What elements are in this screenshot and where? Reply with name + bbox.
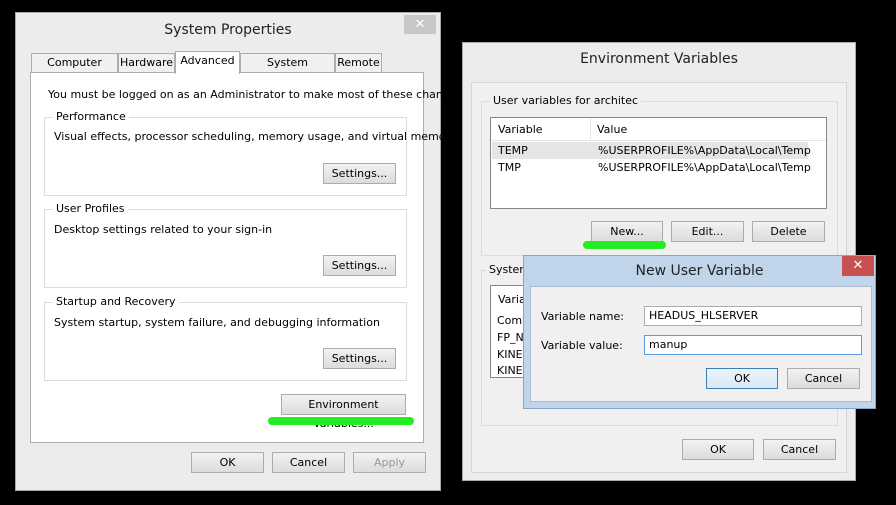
performance-group: Performance Visual effects, processor sc… bbox=[44, 110, 457, 196]
tab-remote[interactable]: Remote bbox=[335, 53, 382, 73]
highlight-mark bbox=[583, 241, 666, 249]
variable-name[interactable]: FP_N bbox=[497, 331, 524, 344]
cancel-button[interactable]: Cancel bbox=[763, 439, 836, 460]
close-button[interactable]: ✕ bbox=[842, 256, 874, 276]
variable-value-label: Variable value: bbox=[541, 339, 623, 352]
environment-variables-button[interactable]: Environment Variables... bbox=[281, 394, 406, 430]
group-label: Startup and Recovery bbox=[53, 295, 179, 308]
variable-name: TEMP bbox=[498, 144, 528, 157]
user-variables-list[interactable]: Variable Value TEMP %USERPROFILE%\AppDat… bbox=[490, 117, 827, 209]
column-header-variable[interactable]: Variable bbox=[498, 123, 543, 136]
column-header-value[interactable]: Value bbox=[597, 123, 627, 136]
group-description: Desktop settings related to your sign-in bbox=[54, 223, 273, 236]
variable-name-input[interactable]: HEADUS_HLSERVER bbox=[644, 306, 862, 326]
admin-notice: You must be logged on as an Administrato… bbox=[48, 88, 466, 101]
close-button[interactable]: ✕ bbox=[404, 15, 436, 34]
group-description: Visual effects, processor scheduling, me… bbox=[54, 130, 457, 143]
dialog-title: New User Variable bbox=[635, 263, 764, 279]
delete-button[interactable]: Delete bbox=[752, 221, 825, 242]
ok-button[interactable]: OK bbox=[191, 452, 264, 473]
performance-settings-button[interactable]: Settings... bbox=[323, 163, 396, 184]
window-title: Environment Variables bbox=[580, 51, 738, 67]
list-header: Variable Value bbox=[491, 118, 826, 141]
tab-computer-name[interactable]: Computer Name bbox=[31, 53, 118, 87]
group-label: Performance bbox=[53, 110, 129, 123]
list-row[interactable]: TMP %USERPROFILE%\AppData\Local\Temp bbox=[492, 159, 811, 176]
variable-name-label: Variable name: bbox=[541, 310, 624, 323]
cancel-button[interactable]: Cancel bbox=[787, 368, 860, 389]
variable-name: TMP bbox=[498, 161, 521, 174]
variable-value: %USERPROFILE%\AppData\Local\Temp bbox=[598, 144, 811, 157]
apply-button[interactable]: Apply bbox=[353, 452, 426, 473]
highlight-mark bbox=[268, 417, 414, 425]
group-label: User variables for architec bbox=[490, 94, 642, 107]
new-button[interactable]: New... bbox=[591, 221, 663, 242]
column-divider bbox=[590, 118, 591, 141]
user-profiles-group: User Profiles Desktop settings related t… bbox=[44, 202, 407, 288]
startup-settings-button[interactable]: Settings... bbox=[323, 348, 396, 369]
startup-recovery-group: Startup and Recovery System startup, sys… bbox=[44, 295, 407, 381]
cancel-button[interactable]: Cancel bbox=[272, 452, 345, 473]
ok-button[interactable]: OK bbox=[706, 368, 778, 389]
list-row[interactable]: TEMP %USERPROFILE%\AppData\Local\Temp bbox=[492, 142, 811, 159]
group-label: User Profiles bbox=[53, 202, 128, 215]
tab-advanced[interactable]: Advanced bbox=[175, 51, 240, 74]
user-profiles-settings-button[interactable]: Settings... bbox=[323, 255, 396, 276]
variable-value: %USERPROFILE%\AppData\Local\Temp bbox=[598, 161, 811, 174]
edit-button[interactable]: Edit... bbox=[671, 221, 744, 242]
tab-system-protection[interactable]: System Protection bbox=[240, 53, 335, 87]
window-title: System Properties bbox=[164, 22, 292, 38]
group-description: System startup, system failure, and debu… bbox=[54, 316, 380, 329]
tab-hardware[interactable]: Hardware bbox=[118, 53, 175, 73]
variable-value-input[interactable]: manup bbox=[644, 335, 862, 355]
ok-button[interactable]: OK bbox=[682, 439, 754, 460]
